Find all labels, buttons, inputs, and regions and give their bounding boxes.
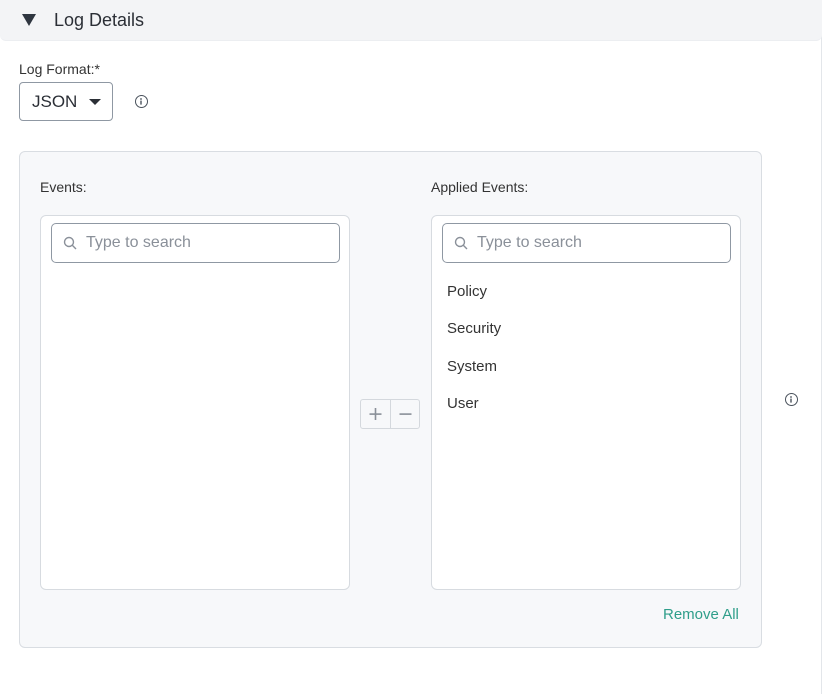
log-details-panel: Log Details Log Format:* JSON Events: Ap… xyxy=(0,0,822,694)
applied-events-search[interactable] xyxy=(442,223,731,263)
transfer-buttons xyxy=(360,399,420,429)
list-item[interactable]: Security xyxy=(447,320,501,337)
applied-events-label: Applied Events: xyxy=(431,179,529,195)
list-item[interactable]: User xyxy=(447,395,479,412)
log-format-select[interactable]: JSON xyxy=(19,82,113,121)
log-format-value: JSON xyxy=(32,92,78,111)
info-icon[interactable] xyxy=(135,95,148,108)
applied-events-search-input[interactable] xyxy=(477,232,717,254)
collapse-caret-icon[interactable] xyxy=(22,14,36,26)
section-header[interactable]: Log Details xyxy=(0,0,822,41)
events-search[interactable] xyxy=(51,223,340,263)
list-item[interactable]: System xyxy=(447,358,497,375)
remove-all-link[interactable]: Remove All xyxy=(663,606,739,623)
chevron-down-icon xyxy=(89,99,101,105)
add-button[interactable] xyxy=(361,400,391,428)
plus-icon xyxy=(369,408,382,420)
minus-icon xyxy=(399,413,412,415)
search-icon xyxy=(63,236,77,250)
remove-button[interactable] xyxy=(391,400,420,428)
events-search-input[interactable] xyxy=(86,232,326,254)
list-item[interactable]: Policy xyxy=(447,283,487,300)
search-icon xyxy=(454,236,468,250)
log-format-label: Log Format:* xyxy=(19,61,100,77)
events-list[interactable] xyxy=(40,215,350,590)
events-label: Events: xyxy=(40,179,87,195)
info-icon[interactable] xyxy=(785,393,798,406)
section-title: Log Details xyxy=(54,10,145,30)
applied-events-list[interactable]: Policy Security System User xyxy=(431,215,741,590)
